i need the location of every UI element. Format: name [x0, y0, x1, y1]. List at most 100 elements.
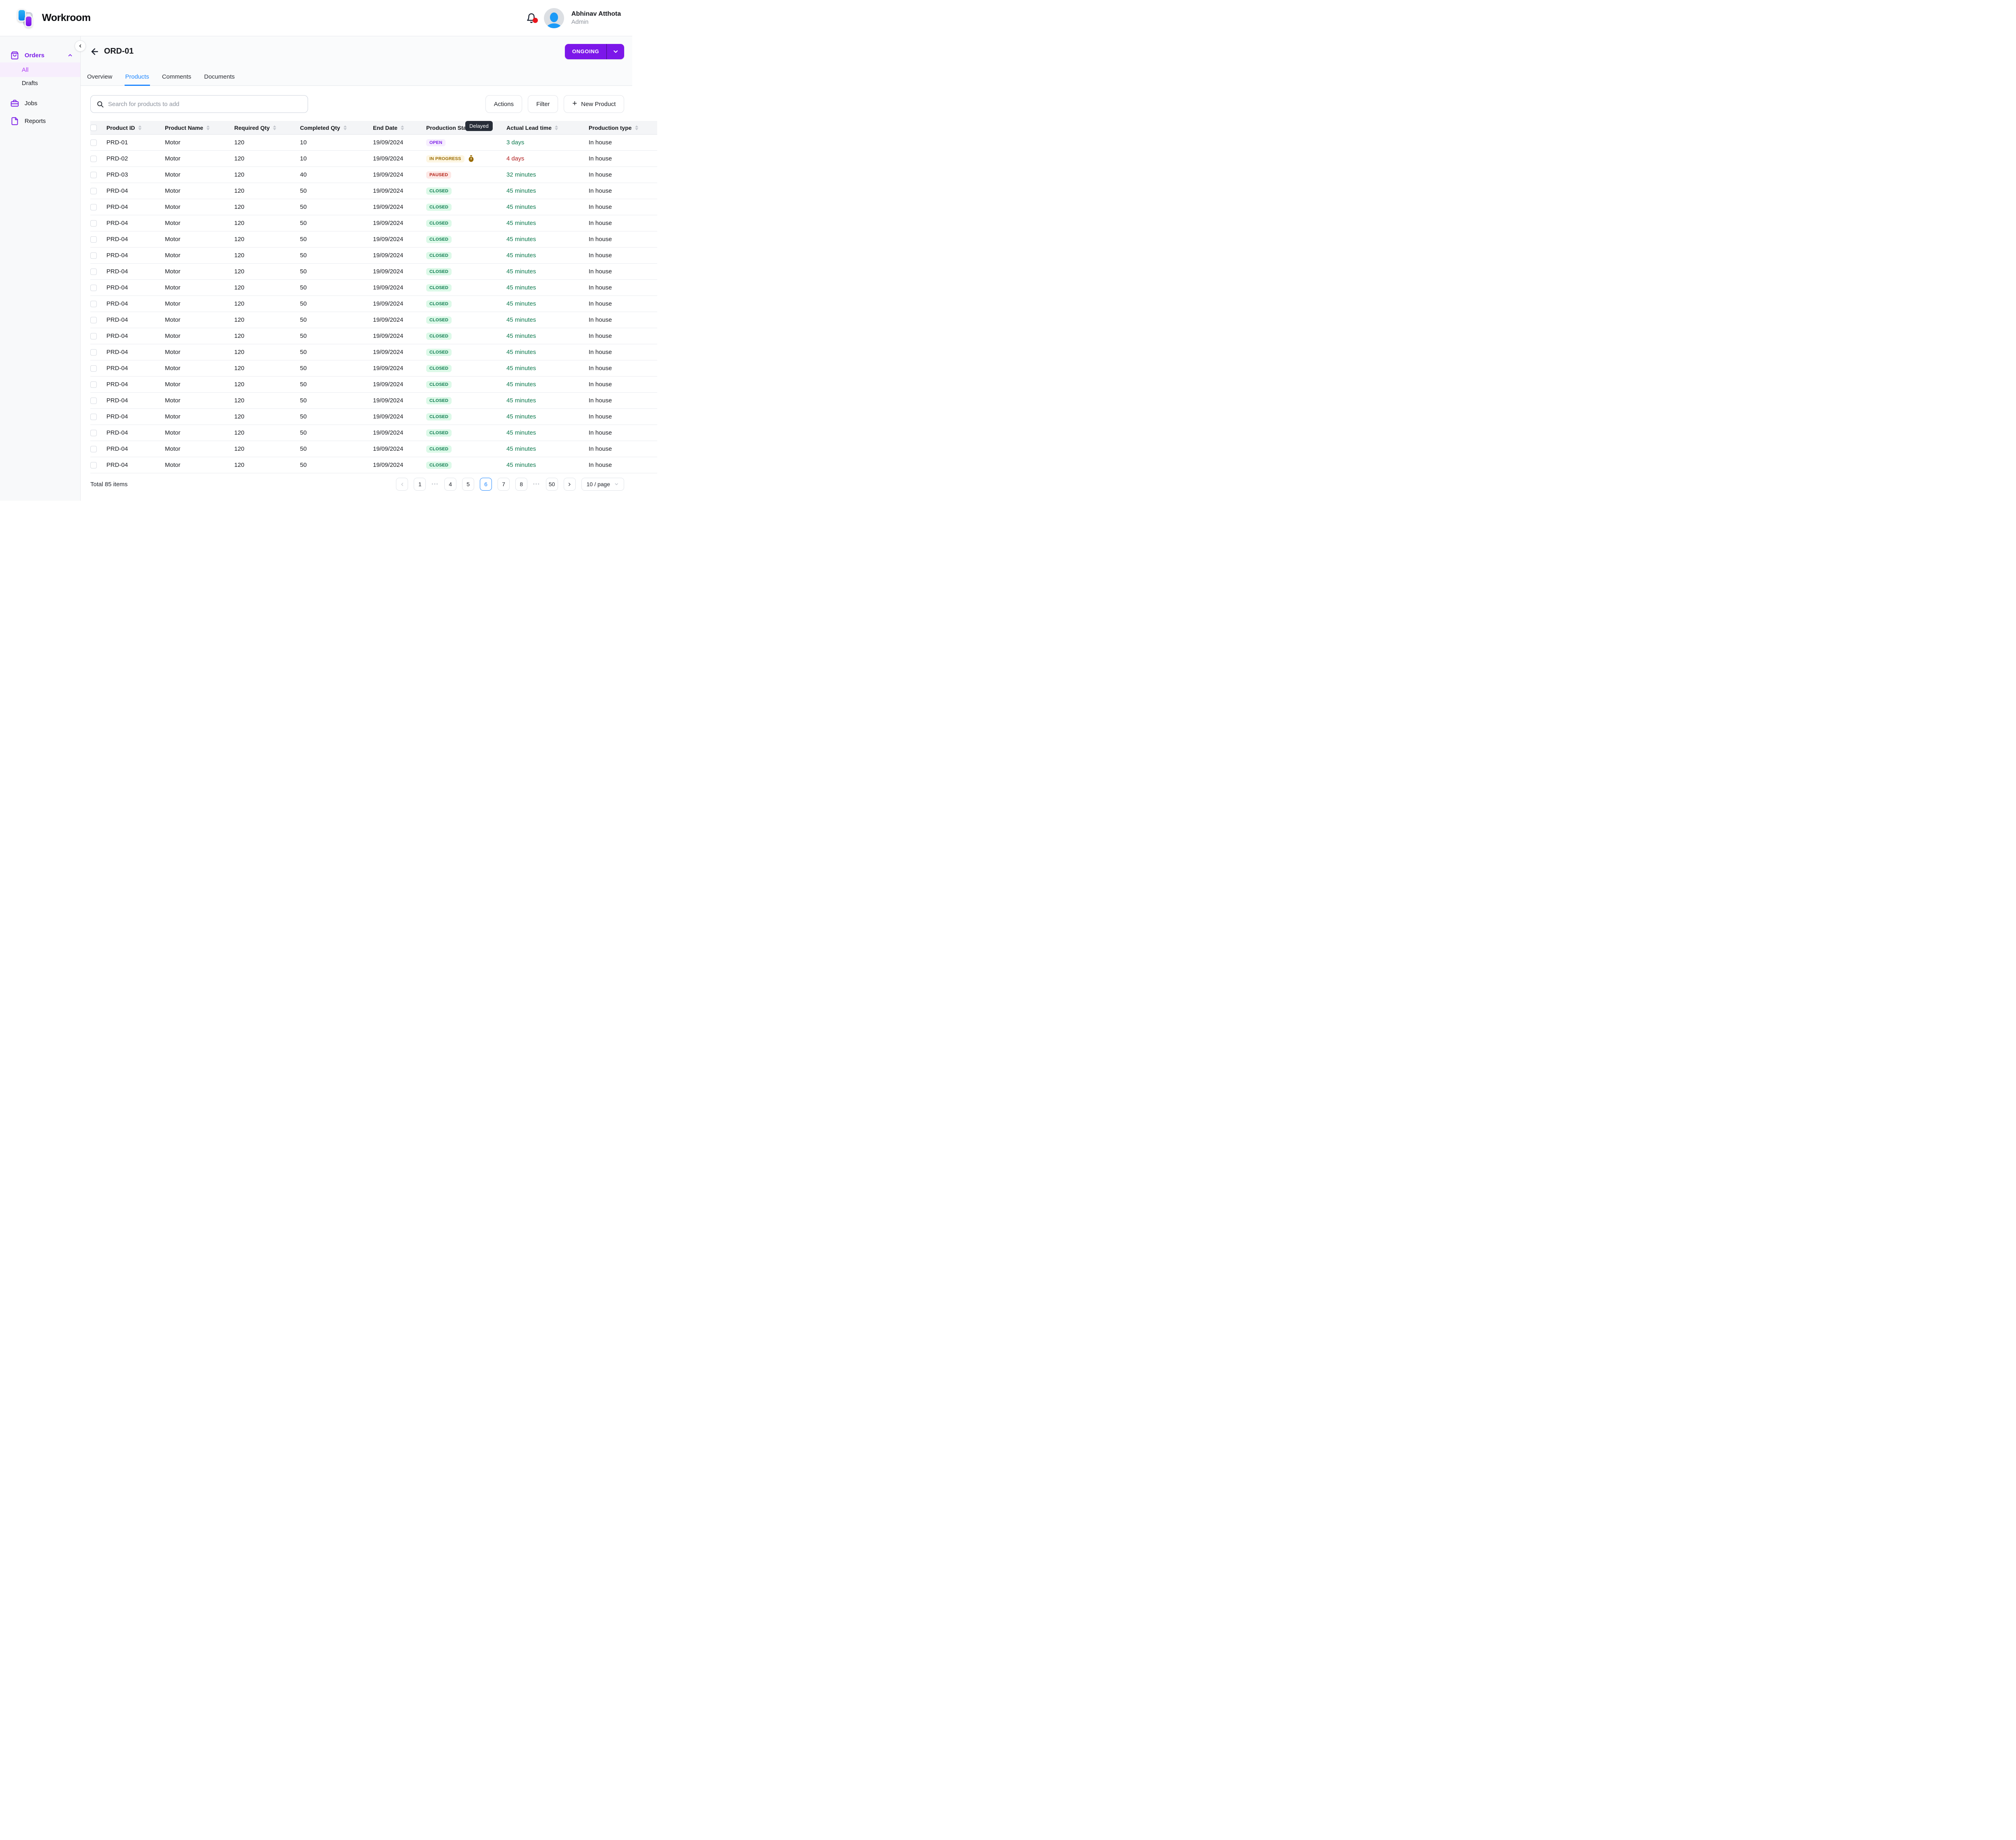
- actions-button[interactable]: Actions: [485, 95, 522, 113]
- row-checkbox[interactable]: [90, 446, 97, 452]
- tab-comments[interactable]: Comments: [161, 73, 192, 85]
- sort-icon[interactable]: [138, 125, 142, 130]
- pagination-page-8[interactable]: 8: [515, 478, 527, 491]
- sidebar-item-orders[interactable]: Orders: [0, 48, 80, 62]
- back-arrow-icon[interactable]: [90, 46, 100, 57]
- row-checkbox[interactable]: [90, 333, 97, 339]
- pagination-prev-button[interactable]: [396, 478, 408, 491]
- cell-production-status: CLOSED: [426, 397, 506, 404]
- sidebar-collapse-button[interactable]: [75, 40, 86, 52]
- sort-icon[interactable]: [273, 125, 276, 130]
- row-checkbox[interactable]: [90, 381, 97, 388]
- search-input[interactable]: [108, 101, 302, 108]
- row-checkbox[interactable]: [90, 398, 97, 404]
- user-info[interactable]: Abhinav Atthota Admin: [571, 10, 621, 25]
- cell-required-qty: 120: [234, 429, 300, 436]
- status-badge: CLOSED: [426, 316, 452, 324]
- column-header-actual-lead-time[interactable]: Actual Lead time: [506, 125, 589, 131]
- row-checkbox[interactable]: [90, 236, 97, 243]
- notification-bell-icon[interactable]: [526, 12, 537, 24]
- cell-product-id: PRD-04: [106, 236, 165, 243]
- row-checkbox[interactable]: [90, 172, 97, 178]
- row-checkbox[interactable]: [90, 269, 97, 275]
- sidebar-reports-label: Reports: [25, 118, 46, 125]
- cell-completed-qty: 50: [300, 252, 373, 259]
- sidebar-item-all[interactable]: All: [0, 62, 80, 77]
- row-checkbox[interactable]: [90, 188, 97, 194]
- cell-production-status: CLOSED: [426, 300, 506, 308]
- cell-product-name: Motor: [165, 316, 234, 323]
- pagination-page-7[interactable]: 7: [498, 478, 510, 491]
- row-checkbox[interactable]: [90, 414, 97, 420]
- new-product-button[interactable]: + New Product: [564, 95, 624, 113]
- row-checkbox[interactable]: [90, 156, 97, 162]
- pagination-page-1[interactable]: 1: [414, 478, 426, 491]
- cell-production-type: In house: [589, 268, 657, 275]
- sort-icon[interactable]: [344, 125, 347, 130]
- column-header-end-date[interactable]: End Date: [373, 125, 426, 131]
- sidebar-item-jobs[interactable]: Jobs: [0, 95, 80, 111]
- pagination-page-4[interactable]: 4: [444, 478, 456, 491]
- cell-product-name: Motor: [165, 171, 234, 178]
- status-dropdown-button[interactable]: [606, 44, 624, 59]
- cell-product-id: PRD-04: [106, 365, 165, 372]
- row-checkbox[interactable]: [90, 139, 97, 146]
- sidebar: Orders All Drafts Jobs Reports: [0, 36, 81, 501]
- cell-product-name: Motor: [165, 252, 234, 259]
- page-size-select[interactable]: 10 / page: [581, 478, 624, 491]
- avatar[interactable]: [544, 8, 564, 28]
- row-checkbox[interactable]: [90, 349, 97, 356]
- row-checkbox[interactable]: [90, 430, 97, 436]
- cell-product-id: PRD-04: [106, 413, 165, 420]
- sort-icon[interactable]: [635, 125, 638, 130]
- tab-documents[interactable]: Documents: [203, 73, 235, 85]
- select-all-checkbox[interactable]: [90, 125, 97, 131]
- pagination-page-5[interactable]: 5: [462, 478, 474, 491]
- column-header-required-qty[interactable]: Required Qty: [234, 125, 300, 131]
- row-checkbox[interactable]: [90, 365, 97, 372]
- row-checkbox[interactable]: [90, 204, 97, 210]
- tab-products[interactable]: Products: [125, 73, 150, 85]
- pagination-page-50[interactable]: 50: [546, 478, 558, 491]
- sort-icon[interactable]: [401, 125, 404, 130]
- pagination-page-6[interactable]: 6: [480, 478, 492, 491]
- cell-production-status: CLOSED: [426, 204, 506, 211]
- tab-overview[interactable]: Overview: [86, 73, 113, 85]
- ongoing-status-button[interactable]: ONGOING: [565, 44, 606, 59]
- search-box[interactable]: [90, 95, 308, 113]
- filter-button[interactable]: Filter: [528, 95, 558, 113]
- cell-production-type: In house: [589, 252, 657, 259]
- row-checkbox[interactable]: [90, 285, 97, 291]
- sidebar-item-drafts[interactable]: Drafts: [0, 77, 80, 89]
- row-checkbox[interactable]: [90, 462, 97, 468]
- sidebar-item-reports[interactable]: Reports: [0, 113, 80, 129]
- column-header-product-id[interactable]: Product ID: [106, 125, 165, 131]
- column-header-product-name[interactable]: Product Name: [165, 125, 234, 131]
- row-checkbox[interactable]: [90, 252, 97, 259]
- cell-product-id: PRD-04: [106, 252, 165, 259]
- app-logo: Workroom: [17, 8, 91, 28]
- cell-actual-lead-time: 45 minutes: [506, 381, 589, 388]
- cell-product-id: PRD-04: [106, 268, 165, 275]
- cell-completed-qty: 10: [300, 139, 373, 146]
- row-checkbox[interactable]: [90, 220, 97, 227]
- main-content: ORD-01 ONGOING OverviewProductsCommentsD…: [81, 36, 632, 501]
- cell-actual-lead-time: 45 minutes: [506, 284, 589, 291]
- cell-required-qty: 120: [234, 445, 300, 452]
- cell-production-status: CLOSED: [426, 462, 506, 469]
- sort-icon[interactable]: [555, 125, 558, 130]
- table-row: PRD-04Motor1205019/09/2024CLOSED45 minut…: [90, 199, 657, 215]
- column-header-completed-qty[interactable]: Completed Qty: [300, 125, 373, 131]
- cell-end-date: 19/09/2024: [373, 171, 426, 178]
- table-row: PRD-04Motor1205019/09/2024CLOSED45 minut…: [90, 231, 657, 248]
- row-checkbox[interactable]: [90, 301, 97, 307]
- status-badge: IN PROGRESS: [426, 155, 464, 162]
- sort-icon[interactable]: [206, 125, 210, 130]
- pagination-next-button[interactable]: [564, 478, 576, 491]
- cell-product-name: Motor: [165, 429, 234, 436]
- table-row: PRD-03Motor1204019/09/2024PAUSED32 minut…: [90, 167, 657, 183]
- table-row: PRD-04Motor1205019/09/2024CLOSED45 minut…: [90, 215, 657, 231]
- column-header-production-type[interactable]: Production type: [589, 125, 657, 131]
- timer-icon[interactable]: [468, 155, 474, 162]
- row-checkbox[interactable]: [90, 317, 97, 323]
